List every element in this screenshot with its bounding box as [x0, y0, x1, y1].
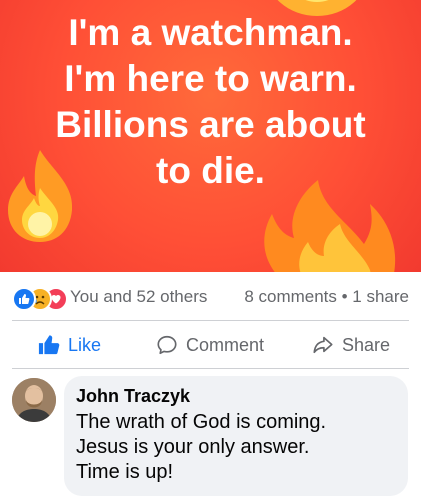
like-reaction-icon: [12, 287, 36, 311]
comment-author-name[interactable]: John Traczyk: [76, 386, 190, 407]
banner-line: I'm here to warn.: [64, 58, 357, 99]
comment-label: Comment: [186, 334, 265, 355]
post-stats-bar: You and 52 others 8 comments • 1 share: [0, 283, 421, 311]
comment-bubble-icon: [157, 335, 177, 355]
comment-line: Time is up!: [76, 461, 174, 483]
like-label: Like: [68, 334, 102, 355]
comment-bubble: John Traczyk The wrath of God is coming.…: [64, 376, 408, 496]
share-arrow-icon: [313, 336, 333, 354]
reaction-summary[interactable]: You and 52 others: [70, 287, 207, 307]
comment-line: The wrath of God is coming.: [76, 411, 327, 433]
divider: [12, 368, 409, 369]
divider: [12, 320, 409, 321]
comment-text: The wrath of God is coming. Jesus is you…: [76, 410, 401, 485]
avatar[interactable]: [12, 378, 56, 422]
post-action-bar: Like Comment Share: [0, 322, 421, 368]
thumbs-up-icon: [38, 335, 60, 355]
banner-line: to die.: [156, 150, 265, 191]
like-button[interactable]: Like: [38, 322, 101, 368]
banner-line: Billions are about: [55, 104, 366, 145]
post-background-banner: I'm a watchman. I'm here to warn. Billio…: [0, 0, 421, 272]
comment-button[interactable]: Comment: [156, 322, 264, 368]
comments-shares-count[interactable]: 8 comments • 1 share: [244, 287, 409, 307]
share-button[interactable]: Share: [312, 322, 390, 368]
comment-line: Jesus is your only answer.: [76, 436, 310, 458]
share-label: Share: [342, 334, 391, 355]
post-banner-text: I'm a watchman. I'm here to warn. Billio…: [0, 10, 421, 194]
banner-line: I'm a watchman.: [68, 12, 353, 53]
